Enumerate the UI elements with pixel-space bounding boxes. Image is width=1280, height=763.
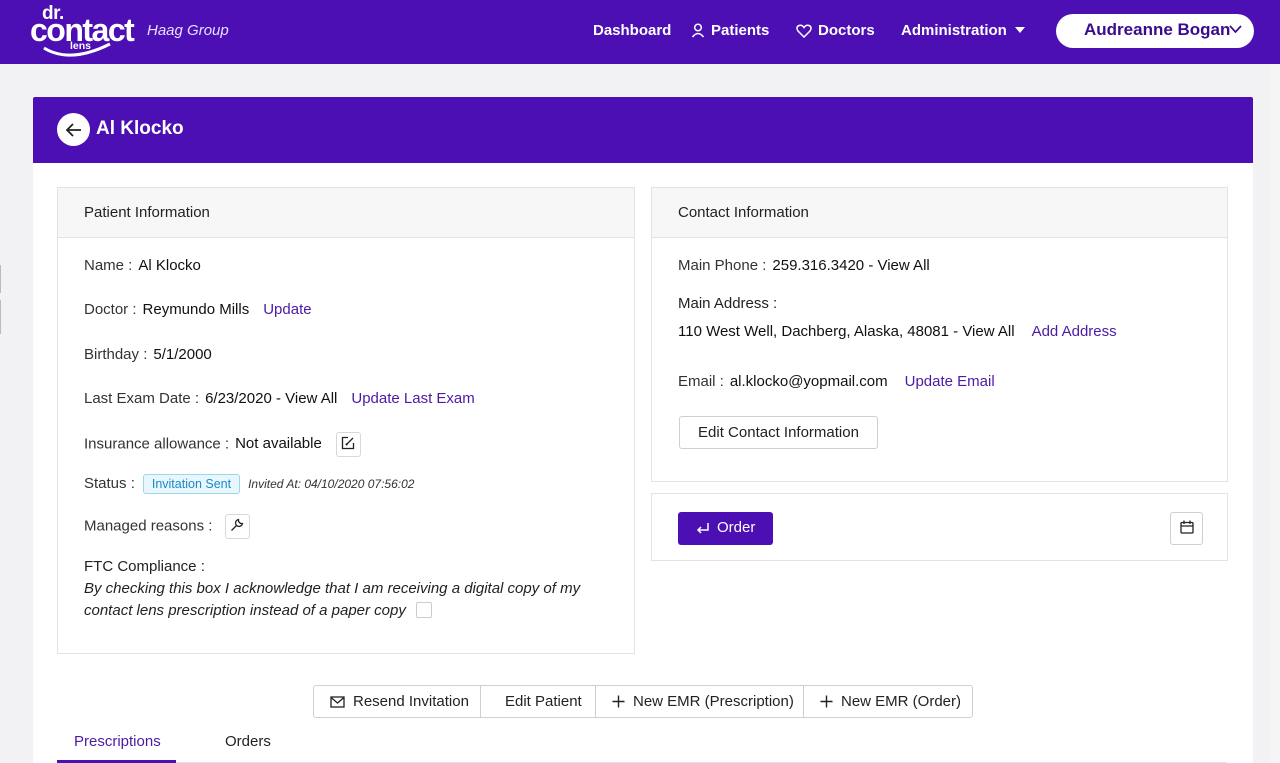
email-label: Email :	[678, 373, 724, 390]
resend-invitation-label: Resend Invitation	[353, 693, 469, 710]
ftc-compliance-label: FTC Compliance :	[84, 558, 205, 575]
patient-detail-card: Al Klocko Patient Information Name : Al K…	[33, 97, 1253, 763]
main-address-label: Main Address :	[678, 295, 778, 312]
nav-doctors-label: Doctors	[818, 22, 875, 39]
contact-information-panel: Contact Information Main Phone : 259.316.…	[651, 187, 1228, 482]
scroll-up-arrow[interactable]	[1272, 64, 1278, 69]
last-exam-value[interactable]: 6/23/2020 - View All	[205, 390, 337, 407]
insurance-value: Not available	[235, 435, 322, 453]
left-edge-divider	[0, 265, 1, 293]
managed-reasons-row: Managed reasons :	[84, 514, 250, 539]
edit-contact-information-button[interactable]: Edit Contact Information	[679, 416, 878, 449]
new-emr-prescription-button[interactable]: New EMR (Prescription)	[596, 686, 804, 717]
chevron-down-icon	[1229, 25, 1242, 33]
page-scrollbar[interactable]	[1270, 64, 1280, 763]
last-exam-row: Last Exam Date : 6/23/2020 - View All Upda…	[84, 390, 475, 407]
ftc-acknowledgement-text: By checking this box I acknowledge that …	[84, 580, 581, 619]
doctor-label: Doctor :	[84, 301, 137, 318]
ftc-compliance-checkbox[interactable]	[415, 601, 432, 618]
tab-prescriptions[interactable]: Prescriptions	[74, 733, 161, 750]
back-button[interactable]	[57, 113, 90, 146]
status-row: Status : Invitation Sent Invited At: 04/10…	[84, 474, 414, 494]
add-address-link[interactable]: Add Address	[1032, 323, 1117, 340]
user-menu-button[interactable]: Audreanne Bogan	[1056, 14, 1254, 48]
logo-lens-text: lens	[70, 40, 92, 52]
nav-administration[interactable]: Administration	[901, 22, 1031, 39]
patient-actions-button-group: Resend Invitation Edit Patient New EMR (…	[313, 685, 973, 718]
managed-reasons-button[interactable]	[224, 514, 250, 539]
new-emr-prescription-label: New EMR (Prescription)	[633, 693, 794, 710]
insurance-row: Insurance allowance : Not available	[84, 432, 361, 457]
new-emr-order-button[interactable]: New EMR (Order)	[804, 686, 972, 717]
update-doctor-link[interactable]: Update	[263, 301, 311, 318]
left-edge-divider	[0, 300, 1, 334]
dr-contact-lens-logo[interactable]: dr. contact lens	[30, 3, 138, 58]
resend-invitation-button[interactable]: Resend Invitation	[314, 686, 481, 717]
main-phone-label: Main Phone :	[678, 257, 767, 274]
calendar-icon	[1179, 520, 1194, 534]
order-panel: Order	[651, 493, 1228, 561]
doctor-row: Doctor : Reymundo Mills Update	[84, 301, 312, 318]
main-phone-row: Main Phone : 259.316.3420 - View All	[678, 257, 930, 274]
last-exam-label: Last Exam Date :	[84, 390, 200, 407]
mail-icon	[330, 696, 345, 708]
patient-information-panel: Patient Information Name : Al Klocko Doct…	[57, 187, 635, 654]
wrench-icon	[231, 518, 244, 531]
name-value: Al Klocko	[138, 257, 201, 274]
page-title: Al Klocko	[96, 118, 184, 139]
edit-insurance-button[interactable]	[335, 432, 361, 457]
tab-orders[interactable]: Orders	[225, 733, 271, 750]
doctor-value: Reymundo Mills	[142, 301, 250, 318]
company-name: Haag Group	[147, 22, 229, 39]
arrow-left-icon	[65, 122, 81, 137]
main-address-row: 110 West Well, Dachberg, Alaska, 48081 -…	[678, 323, 1117, 340]
calendar-button[interactable]	[1170, 512, 1203, 545]
panel-title: Contact Information	[652, 188, 1227, 238]
plus-icon	[612, 695, 625, 708]
update-last-exam-link[interactable]: Update Last Exam	[351, 390, 474, 407]
name-label: Name :	[84, 257, 133, 274]
panel-title: Patient Information	[58, 188, 634, 238]
top-navigation-bar: dr. contact lens Haag Group Dashboard Pa…	[0, 0, 1280, 64]
name-row: Name : Al Klocko	[84, 257, 201, 274]
ftc-compliance-text: By checking this box I acknowledge that …	[84, 578, 624, 621]
insurance-label: Insurance allowance :	[84, 435, 230, 453]
caret-down-icon	[1015, 27, 1026, 33]
email-row: Email : al.klocko@yopmail.com Update Email	[678, 373, 995, 390]
order-button[interactable]: Order	[678, 512, 773, 545]
nav-dashboard[interactable]: Dashboard	[593, 22, 671, 39]
nav-patients-label: Patients	[711, 22, 770, 39]
new-emr-order-label: New EMR (Order)	[841, 693, 962, 710]
nav-administration-label: Administration	[901, 22, 1007, 39]
main-phone-value[interactable]: 259.316.3420 - View All	[772, 257, 929, 274]
order-button-label: Order	[717, 519, 756, 536]
patient-tabs: Prescriptions Orders	[57, 724, 1227, 763]
user-icon	[691, 23, 705, 38]
birthday-label: Birthday :	[84, 346, 148, 363]
plus-icon	[820, 695, 833, 708]
email-value: al.klocko@yopmail.com	[729, 373, 888, 390]
birthday-row: Birthday : 5/1/2000	[84, 346, 212, 363]
status-badge: Invitation Sent	[142, 474, 241, 494]
managed-reasons-label: Managed reasons :	[84, 517, 213, 535]
invited-at-text: Invited At: 04/10/2020 07:56:02	[248, 477, 415, 491]
update-email-link[interactable]: Update Email	[905, 373, 995, 390]
nav-doctors[interactable]: Doctors	[796, 22, 875, 39]
edit-patient-button[interactable]: Edit Patient	[481, 686, 596, 717]
status-label: Status :	[84, 475, 135, 492]
patient-header: Al Klocko	[33, 97, 1253, 163]
heart-icon	[796, 24, 812, 39]
birthday-value: 5/1/2000	[153, 346, 212, 363]
user-name: Audreanne Bogan	[1084, 20, 1231, 39]
enter-arrow-icon	[696, 523, 709, 534]
nav-patients[interactable]: Patients	[691, 22, 769, 39]
main-address-value[interactable]: 110 West Well, Dachberg, Alaska, 48081 -…	[678, 323, 1015, 340]
edit-icon	[342, 436, 355, 450]
